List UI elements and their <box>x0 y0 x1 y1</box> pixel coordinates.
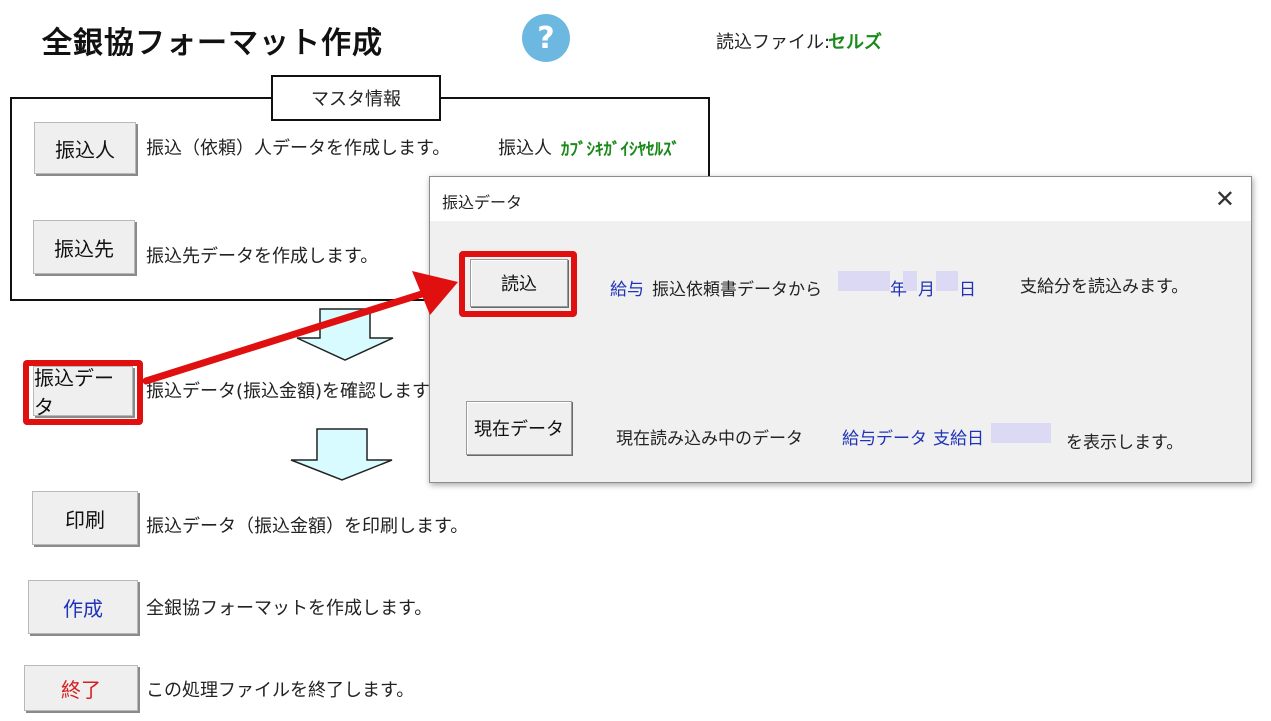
exit-description: この処理ファイルを終了します。 <box>146 680 415 701</box>
current-data-button[interactable]: 現在データ <box>466 401 572 455</box>
salary-label: 給与 <box>610 280 644 300</box>
create-description: 全銀協フォーマットを作成します。 <box>146 598 433 619</box>
file-label: 読込ファイル: <box>716 32 831 53</box>
dialog-title: 振込データ <box>442 193 523 212</box>
payer-name-label: 振込人 <box>498 138 552 159</box>
transfer-data-dialog: 振込データ ✕ 読込 給与 振込依頼書データから 年 月 日 支給分を読込みます… <box>429 176 1252 483</box>
down-arrow-icon <box>290 428 393 481</box>
pay-date-label: 支給日 <box>933 429 984 449</box>
print-description: 振込データ（振込金額）を印刷します。 <box>146 516 469 537</box>
print-button[interactable]: 印刷 <box>32 491 138 545</box>
master-info-label: マスタ情報 <box>271 75 441 121</box>
read-button-highlight <box>459 251 577 317</box>
current-description: 現在読み込み中のデータ <box>616 429 803 449</box>
close-icon[interactable]: ✕ <box>1215 185 1235 213</box>
destination-button[interactable]: 振込先 <box>33 220 135 274</box>
current-tail: を表示します。 <box>1066 433 1184 453</box>
page-title: 全銀協フォーマット作成 <box>42 26 383 61</box>
redacted-month <box>903 271 917 291</box>
payer-button[interactable]: 振込人 <box>34 122 136 174</box>
file-value: セルズ <box>828 32 882 53</box>
dialog-titlebar: 振込データ ✕ <box>430 177 1251 221</box>
month-label: 月 <box>918 280 935 300</box>
pointer-arrow-icon <box>142 271 458 385</box>
redacted-day <box>936 271 958 291</box>
payer-name-value: ｶﾌﾞｼｷｶﾞｲｼﾔｾﾙｽﾞ <box>561 140 680 160</box>
day-label: 日 <box>959 280 976 300</box>
payer-description: 振込（依頼）人データを作成します。 <box>146 138 451 159</box>
create-button[interactable]: 作成 <box>28 580 138 634</box>
redacted-pay-date <box>991 423 1051 443</box>
read-description: 振込依頼書データから <box>652 280 822 300</box>
redacted-year <box>838 271 890 291</box>
transfer-data-highlight <box>23 360 143 425</box>
current-type: 給与データ <box>842 429 927 449</box>
help-icon[interactable]: ? <box>522 14 570 62</box>
exit-button[interactable]: 終了 <box>24 665 138 711</box>
read-tail: 支給分を読込みます。 <box>1020 277 1189 297</box>
